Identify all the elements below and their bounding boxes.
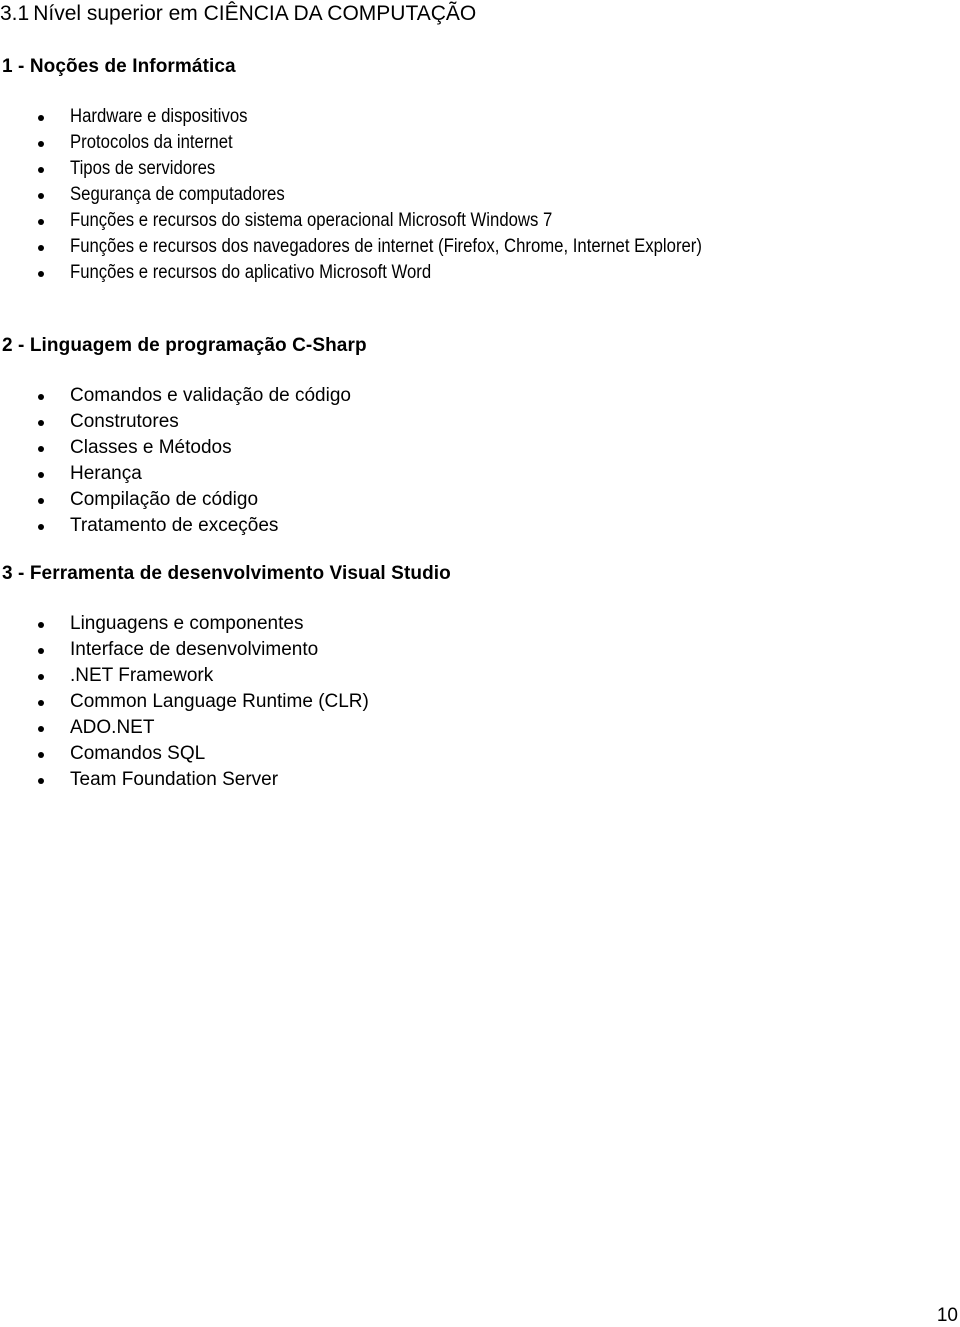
- bullet-icon: [38, 778, 44, 784]
- list-item: Compilação de código: [0, 487, 351, 513]
- list-item: Comandos SQL: [0, 741, 369, 767]
- bullet-icon: [38, 167, 44, 173]
- bullet-icon: [38, 394, 44, 400]
- list-item: Interface de desenvolvimento: [0, 637, 369, 663]
- document-title: 3.1 Nível superior em CIÊNCIA DA COMPUTAÇ…: [0, 2, 476, 26]
- bullet-icon: [38, 141, 44, 147]
- bullet-icon: [38, 752, 44, 758]
- bullet-icon: [38, 472, 44, 478]
- bullet-icon: [38, 245, 44, 251]
- bullet-icon: [38, 648, 44, 654]
- bullet-icon: [38, 726, 44, 732]
- list-item: Construtores: [0, 409, 351, 435]
- section-heading-csharp: 2 - Linguagem de programação C-Sharp: [2, 335, 367, 356]
- topic-list-csharp: Comandos e validação de código Construto…: [0, 383, 351, 539]
- topic-list-visual-studio: Linguagens e componentes Interface de de…: [0, 611, 369, 793]
- bullet-icon: [38, 420, 44, 426]
- list-item: Segurança de computadores: [0, 182, 788, 208]
- bullet-icon: [38, 700, 44, 706]
- bullet-icon: [38, 524, 44, 530]
- bullet-icon: [38, 622, 44, 628]
- list-item: Protocolos da internet: [0, 130, 788, 156]
- list-item: Funções e recursos dos navegadores de in…: [0, 234, 788, 260]
- list-item: ADO.NET: [0, 715, 369, 741]
- list-item: Tipos de servidores: [0, 156, 788, 182]
- list-item: Comandos e validação de código: [0, 383, 351, 409]
- bullet-icon: [38, 219, 44, 225]
- bullet-icon: [38, 115, 44, 121]
- list-item: Tratamento de exceções: [0, 513, 351, 539]
- topic-list-informatica: Hardware e dispositivos Protocolos da in…: [0, 104, 788, 286]
- list-item: Classes e Métodos: [0, 435, 351, 461]
- bullet-icon: [38, 271, 44, 277]
- list-item: Common Language Runtime (CLR): [0, 689, 369, 715]
- bullet-icon: [38, 193, 44, 199]
- bullet-icon: [38, 446, 44, 452]
- list-item: Hardware e dispositivos: [0, 104, 788, 130]
- bullet-icon: [38, 674, 44, 680]
- list-item: Linguagens e componentes: [0, 611, 369, 637]
- list-item: Herança: [0, 461, 351, 487]
- bullet-icon: [38, 498, 44, 504]
- list-item: .NET Framework: [0, 663, 369, 689]
- page-number: 10: [936, 1305, 958, 1326]
- list-item: Funções e recursos do sistema operaciona…: [0, 208, 788, 234]
- list-item: Team Foundation Server: [0, 767, 369, 793]
- section-heading-visual-studio: 3 - Ferramenta de desenvolvimento Visual…: [2, 563, 451, 584]
- title-text: Nível superior em CIÊNCIA DA COMPUTAÇÃO: [33, 2, 477, 25]
- section-heading-informatica: 1 - Noções de Informática: [2, 56, 236, 77]
- list-item: Funções e recursos do aplicativo Microso…: [0, 260, 788, 286]
- title-number: 3.1: [0, 2, 30, 25]
